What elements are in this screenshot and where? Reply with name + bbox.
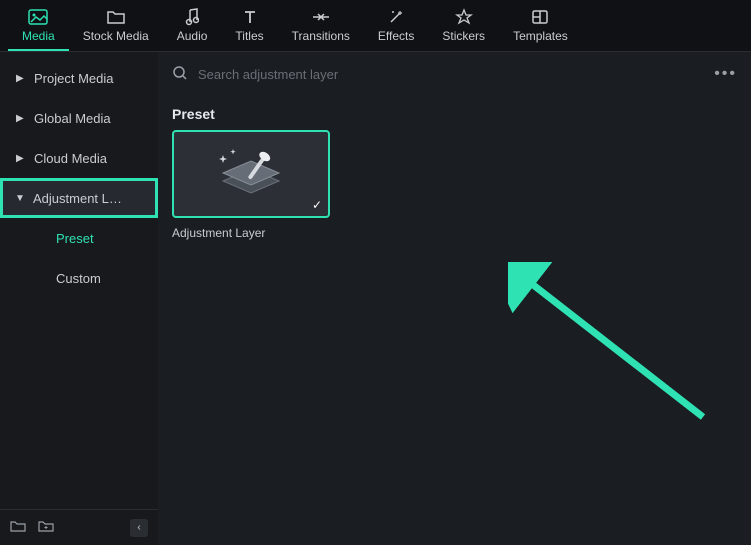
- chevron-right-icon: ▶: [16, 153, 26, 164]
- tab-label: Effects: [378, 29, 414, 43]
- tab-templates[interactable]: Templates: [499, 0, 582, 51]
- tab-transitions[interactable]: Transitions: [278, 0, 364, 51]
- tab-label: Media: [22, 29, 55, 43]
- tab-label: Titles: [235, 29, 263, 43]
- search-bar: •••: [158, 52, 751, 96]
- collapse-sidebar-button[interactable]: ‹: [130, 519, 148, 537]
- tab-label: Audio: [177, 29, 208, 43]
- content-area: ••• Preset: [158, 52, 751, 545]
- preset-card-adjustment-layer[interactable]: ✓ Adjustment Layer: [172, 130, 330, 240]
- section-title: Preset: [158, 96, 751, 130]
- sidebar-subitem-preset[interactable]: Preset: [0, 218, 158, 258]
- tab-label: Templates: [513, 29, 568, 43]
- chevron-right-icon: ▶: [16, 113, 26, 124]
- sidebar-subitem-custom[interactable]: Custom: [0, 258, 158, 298]
- folder-icon: [106, 8, 126, 26]
- sidebar-item-label: Global Media: [34, 111, 111, 126]
- chevron-right-icon: ▶: [16, 73, 26, 84]
- sidebar-item-label: Cloud Media: [34, 151, 107, 166]
- sidebar-item-project-media[interactable]: ▶ Project Media: [4, 58, 154, 98]
- sidebar-item-adjustment-layer[interactable]: ▼ Adjustment L…: [0, 178, 158, 218]
- sidebar-subitem-label: Preset: [56, 231, 94, 246]
- image-icon: [28, 8, 48, 26]
- sidebar-item-label: Project Media: [34, 71, 113, 86]
- sidebar-item-global-media[interactable]: ▶ Global Media: [4, 98, 154, 138]
- tab-effects[interactable]: Effects: [364, 0, 428, 51]
- chevron-down-icon: ▼: [15, 193, 25, 204]
- sidebar: ▶ Project Media ▶ Global Media ▶ Cloud M…: [0, 52, 158, 545]
- wand-icon: [386, 8, 406, 26]
- sidebar-item-label: Adjustment L…: [33, 191, 122, 206]
- template-icon: [530, 8, 550, 26]
- tab-stock-media[interactable]: Stock Media: [69, 0, 163, 51]
- tab-label: Stock Media: [83, 29, 149, 43]
- new-item-icon[interactable]: [38, 519, 54, 536]
- sidebar-subitem-label: Custom: [56, 271, 101, 286]
- chevron-left-icon: ‹: [137, 522, 140, 533]
- sidebar-item-cloud-media[interactable]: ▶ Cloud Media: [4, 138, 154, 178]
- sticker-icon: [454, 8, 474, 26]
- sidebar-footer: ‹: [0, 509, 158, 545]
- new-folder-icon[interactable]: [10, 519, 26, 536]
- top-tabs: Media Stock Media Audio Titles Transitio…: [0, 0, 751, 52]
- transition-icon: [311, 8, 331, 26]
- tab-audio[interactable]: Audio: [163, 0, 222, 51]
- tab-label: Transitions: [292, 29, 350, 43]
- search-input[interactable]: [198, 67, 704, 82]
- tab-stickers[interactable]: Stickers: [428, 0, 499, 51]
- music-note-icon: [182, 8, 202, 26]
- annotation-arrow: [508, 262, 728, 442]
- check-icon: ✓: [312, 198, 322, 212]
- preset-card-label: Adjustment Layer: [172, 226, 330, 240]
- search-icon: [172, 65, 188, 84]
- tab-titles[interactable]: Titles: [221, 0, 277, 51]
- tab-media[interactable]: Media: [8, 0, 69, 51]
- more-options-button[interactable]: •••: [714, 65, 737, 83]
- preset-thumbnail: ✓: [172, 130, 330, 218]
- tab-label: Stickers: [442, 29, 485, 43]
- text-icon: [240, 8, 260, 26]
